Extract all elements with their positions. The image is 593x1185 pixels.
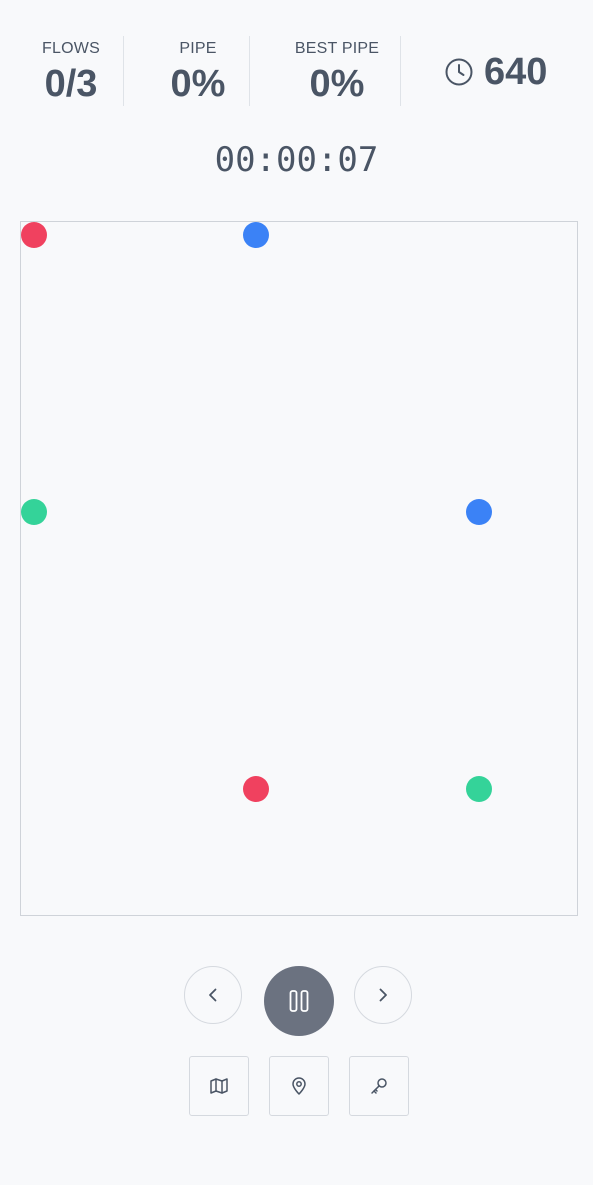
map-icon [209,1076,229,1096]
location-button[interactable] [269,1056,329,1116]
key-icon [369,1076,389,1096]
stats-bar: FLOWS 0/3 PIPE 0% BEST PIPE 0% 640 [20,36,577,106]
pipe-value: 0% [170,63,226,105]
red-dot[interactable] [21,222,47,248]
chevron-right-icon [374,986,392,1004]
green-dot[interactable] [466,776,492,802]
hint-key-button[interactable] [349,1056,409,1116]
pipe-stat: PIPE 0% [145,36,251,106]
best-pipe-label: BEST PIPE [294,40,380,57]
clock-icon [444,57,474,87]
elapsed-timer: 00:00:07 [214,140,379,180]
blue-dot[interactable] [466,499,492,525]
blue-dot[interactable] [243,222,269,248]
flows-value: 0/3 [44,63,98,105]
flows-stat: FLOWS 0/3 [20,36,122,106]
chevron-left-icon [204,986,222,1004]
green-dot[interactable] [21,499,47,525]
flows-label: FLOWS [42,40,100,57]
game-board[interactable] [20,221,578,916]
map-pin-icon [289,1076,309,1096]
score-value: 640 [484,51,548,93]
stats-divider [249,36,250,106]
score-display: 640 [444,50,547,94]
best-pipe-stat: BEST PIPE 0% [280,36,394,106]
map-button[interactable] [189,1056,249,1116]
red-dot[interactable] [243,776,269,802]
stats-divider [400,36,401,106]
previous-button[interactable] [184,966,242,1024]
pause-button[interactable] [264,966,334,1036]
pause-icon [288,989,310,1013]
best-pipe-value: 0% [309,63,365,105]
tool-buttons [0,1056,593,1116]
playback-controls [0,966,593,1036]
pipe-label: PIPE [179,40,217,57]
next-button[interactable] [354,966,412,1024]
stats-divider [123,36,124,106]
